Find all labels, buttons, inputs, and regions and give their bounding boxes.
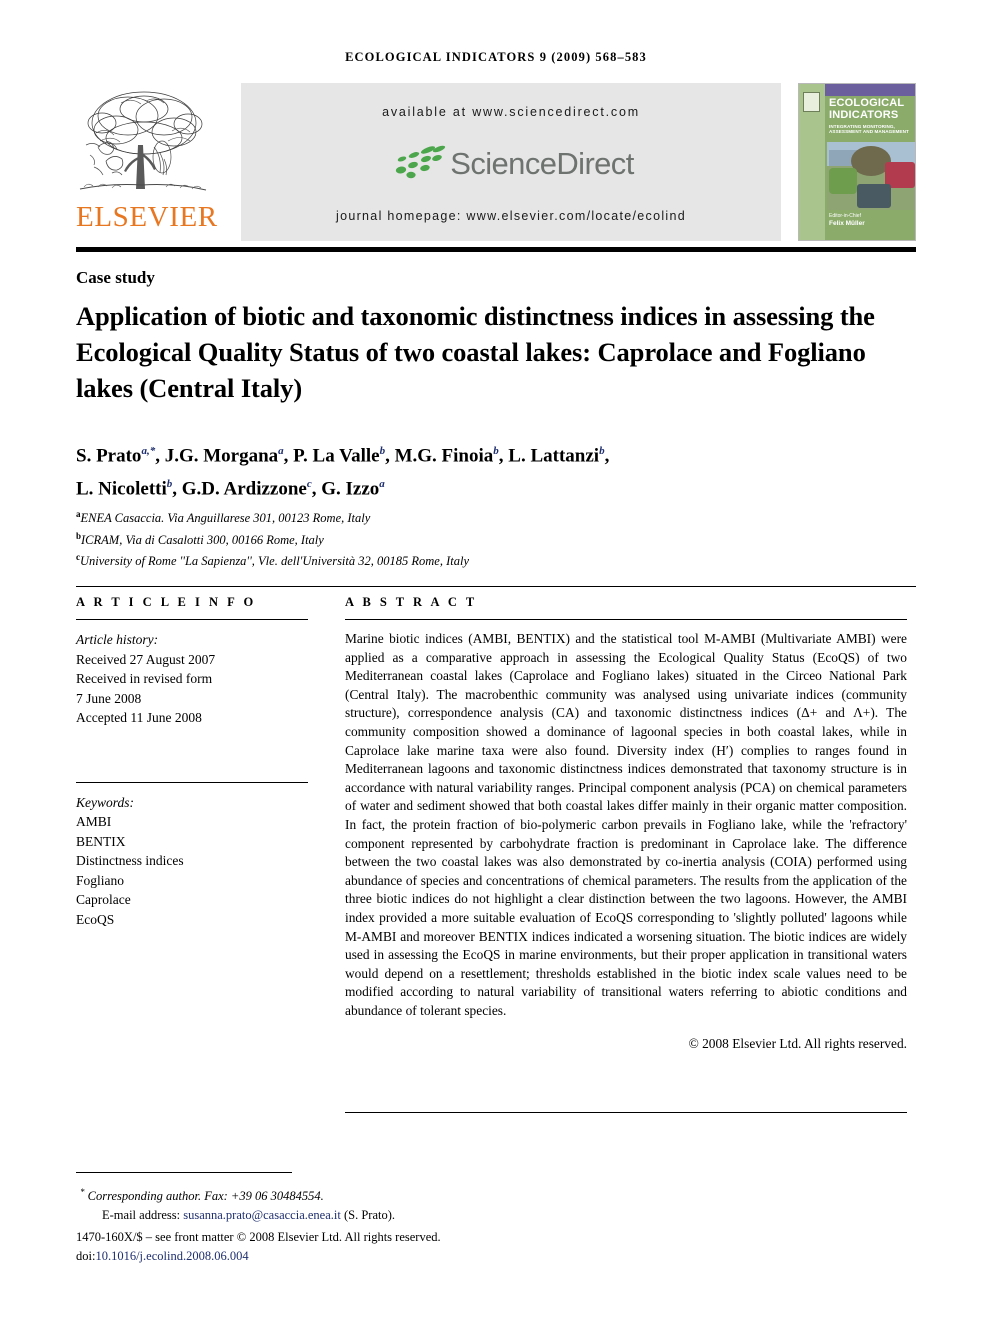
elsevier-logo: ELSEVIER: [76, 83, 224, 241]
cover-top-band: [825, 84, 915, 96]
journal-homepage-link[interactable]: journal homepage: www.elsevier.com/locat…: [336, 209, 686, 223]
affiliation-item: bICRAM, Via di Casalotti 300, 00166 Rome…: [76, 528, 906, 550]
cover-subtitle: INTEGRATING MONITORING, ASSESSMENT AND M…: [829, 124, 909, 135]
affiliation-text: ICRAM, Via di Casalotti 300, 00166 Rome,…: [81, 532, 324, 547]
masthead-divider: [76, 247, 916, 252]
abstract-column: A B S T R A C T Marine biotic indices (A…: [345, 595, 907, 1052]
affiliation-text: ENEA Casaccia. Via Anguillarese 301, 001…: [80, 511, 371, 526]
cover-title: ECOLOGICAL INDICATORS: [829, 97, 905, 121]
author-sup: a: [379, 478, 385, 491]
article-info-heading: A R T I C L E I N F O: [76, 595, 257, 609]
doi-note: doi:10.1016/j.ecolind.2008.06.004: [76, 1247, 636, 1266]
history-item: Accepted 11 June 2008: [76, 710, 202, 725]
email-owner: (S. Prato).: [343, 1208, 396, 1223]
sciencedirect-leaves-icon: [388, 144, 446, 185]
author-sup: b: [379, 445, 386, 457]
author-sup: c: [306, 478, 312, 491]
author-name: P. La Valle: [293, 445, 380, 467]
cover-spine-badge-icon: [803, 92, 820, 112]
article-type-label: Case study: [76, 268, 155, 287]
author-sup: b: [599, 445, 605, 457]
page-title: Application of biotic and taxonomic dist…: [76, 301, 875, 403]
author-sup: b: [166, 478, 173, 491]
info-section-top-rule: [76, 586, 916, 587]
author-name: L. Nicoletti: [76, 478, 167, 500]
running-head: ECOLOGICAL INDICATORS 9 (2009) 568–583: [345, 50, 647, 64]
sciencedirect-banner: available at www.sciencedirect.com Scien…: [241, 83, 781, 241]
affiliation-item: cUniversity of Rome ''La Sapienza'', Vle…: [76, 549, 906, 571]
sciencedirect-wordmark: ScienceDirect: [450, 146, 634, 181]
masthead: ELSEVIER available at www.sciencedirect.…: [76, 83, 916, 241]
cover-spine: [799, 84, 825, 240]
author-list: S. Pratoa,*, J.G. Morganaa, P. La Valleb…: [76, 445, 610, 500]
keyword-item: AMBI: [76, 814, 112, 829]
keywords-label: Keywords:: [76, 794, 134, 810]
author-sup: a: [278, 445, 284, 457]
article-history: Article history: Received 27 August 2007…: [76, 630, 308, 728]
affiliation-item: aENEA Casaccia. Via Anguillarese 301, 00…: [76, 506, 906, 528]
journal-cover-thumbnail: ECOLOGICAL INDICATORS INTEGRATING MONITO…: [798, 83, 916, 241]
email-note: E-mail address: susanna.prato@casaccia.e…: [76, 1206, 636, 1225]
doi-link[interactable]: 10.1016/j.ecolind.2008.06.004: [95, 1249, 248, 1263]
affiliation-text: University of Rome ''La Sapienza'', Vle.…: [80, 554, 469, 569]
history-item: Received 27 August 2007: [76, 651, 216, 667]
cover-editor-name: Felix Müller: [829, 220, 865, 227]
front-matter-note: 1470-160X/$ – see front matter © 2008 El…: [76, 1230, 441, 1245]
cover-editor-label: Editor-in-Chief: [829, 213, 861, 219]
available-at-text: available at www.sciencedirect.com: [382, 105, 640, 119]
history-item: Received in revised form: [76, 671, 213, 686]
abstract-heading-rule: [345, 619, 907, 620]
author-name: S. Prato: [76, 445, 142, 467]
article-info-heading-rule: [76, 619, 308, 620]
corresponding-author-note: * Corresponding author. Fax: +39 06 3048…: [76, 1183, 636, 1206]
footnote-block: * Corresponding author. Fax: +39 06 3048…: [76, 1183, 636, 1266]
elsevier-tree-icon: [76, 83, 208, 201]
affiliation-list: aENEA Casaccia. Via Anguillarese 301, 00…: [76, 506, 906, 571]
keyword-item: Distinctness indices: [76, 853, 184, 868]
author-name: G. Izzo: [321, 478, 380, 500]
history-item: 7 June 2008: [76, 690, 142, 706]
keyword-item: EcoQS: [76, 911, 115, 927]
elsevier-wordmark: ELSEVIER: [76, 201, 218, 233]
asterisk-icon: *: [80, 1187, 85, 1197]
abstract-bottom-rule: [345, 1112, 907, 1113]
author-sup: b: [493, 445, 499, 457]
keywords-list: Keywords: AMBI BENTIX Distinctness indic…: [76, 793, 308, 930]
sciencedirect-logo[interactable]: ScienceDirect: [388, 144, 634, 185]
abstract-heading: A B S T R A C T: [345, 595, 478, 609]
article-history-label: Article history:: [76, 632, 159, 647]
keyword-item: BENTIX: [76, 833, 126, 849]
abstract-text: Marine biotic indices (AMBI, BENTIX) and…: [345, 631, 907, 1018]
keyword-item: Caprolace: [76, 892, 131, 907]
footnote-separator-rule: [76, 1172, 292, 1173]
abstract-copyright: © 2008 Elsevier Ltd. All rights reserved…: [688, 1036, 907, 1052]
author-name: G.D. Ardizzone: [181, 478, 307, 500]
corresponding-author-text: Corresponding author. Fax: +39 06 304845…: [87, 1189, 324, 1204]
cover-editor: Editor-in-Chief Felix Müller: [829, 213, 915, 228]
article-info-column: A R T I C L E I N F O Article history: R…: [76, 595, 308, 929]
author-sup: a,*: [141, 445, 156, 457]
author-name: M.G. Finoia: [394, 445, 494, 467]
email-link[interactable]: susanna.prato@casaccia.enea.it: [183, 1208, 341, 1222]
cover-photo-collage: [827, 142, 915, 210]
journal-article-first-page: ECOLOGICAL INDICATORS 9 (2009) 568–583 E…: [0, 0, 992, 1323]
author-name: L. Lattanzi: [508, 445, 600, 467]
author-name: J.G. Morgana: [164, 445, 279, 467]
keyword-item: Fogliano: [76, 872, 125, 888]
keywords-rule: [76, 781, 308, 783]
doi-label: doi:: [76, 1249, 96, 1264]
email-label: E-mail address:: [102, 1208, 181, 1223]
